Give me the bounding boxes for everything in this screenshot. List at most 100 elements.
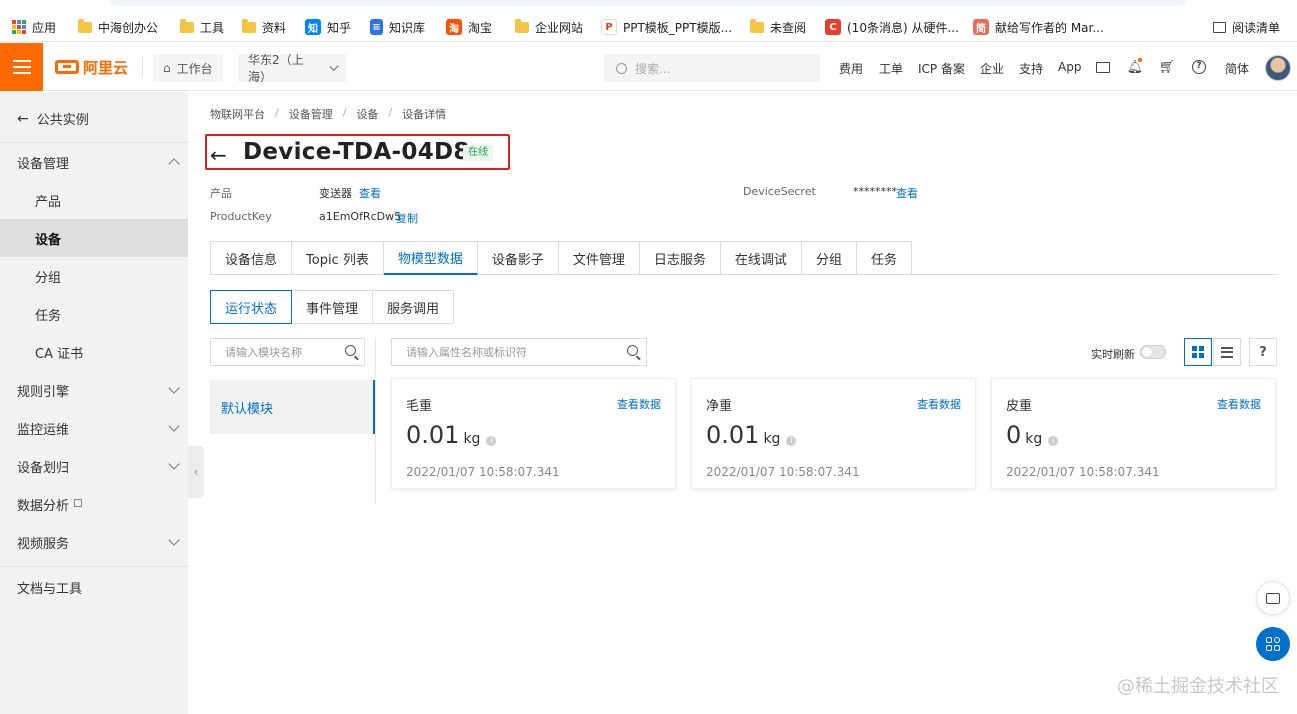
info-icon[interactable]: i (486, 436, 497, 446)
subtab-service-call[interactable]: 服务调用 (373, 290, 455, 324)
bookmark-link[interactable]: 知 知乎 (305, 17, 351, 37)
search-icon[interactable] (627, 345, 638, 356)
sidebar-item-label: 监控运维 (17, 422, 70, 438)
zhihu-icon: 知 (305, 19, 321, 35)
nav-link-app[interactable]: App (1058, 60, 1081, 74)
folder-icon (242, 18, 256, 33)
tab-online-debug[interactable]: 在线调试 (720, 241, 802, 275)
copy-productkey-link[interactable]: 复制 (396, 210, 418, 226)
tab-log-service[interactable]: 日志服务 (639, 241, 721, 275)
nav-link-tickets[interactable]: 工单 (879, 60, 903, 77)
sidebar-item-device-assign[interactable]: 设备划归 (0, 447, 188, 485)
detail-tabs: 设备信息 Topic 列表 物模型数据 设备影子 文件管理 日志服务 在线调试 … (210, 241, 1278, 275)
tab-tsl-data[interactable]: 物模型数据 (383, 241, 478, 275)
property-card: 皮重 查看数据 0 kg i 2022/01/07 10:58:07.341 (991, 378, 1276, 489)
sidebar-item-device[interactable]: 设备 (0, 219, 188, 257)
view-data-link[interactable]: 查看数据 (1217, 396, 1261, 412)
module-search-input[interactable]: 请输入模块名称 (210, 338, 365, 366)
cart-icon[interactable]: 🛒︎ (1159, 59, 1176, 75)
sidebar-item-video[interactable]: 视频服务 (0, 523, 188, 561)
sidebar-item-monitoring[interactable]: 监控运维 (0, 409, 188, 447)
tab-group[interactable]: 分组 (801, 241, 857, 275)
back-arrow-icon[interactable]: ← (210, 143, 227, 167)
bookmark-link[interactable]: C (10条消息) 从硬件... (825, 17, 959, 37)
view-data-link[interactable]: 查看数据 (917, 396, 961, 412)
sidebar-item-task[interactable]: 任务 (0, 295, 188, 333)
info-icon[interactable]: i (1048, 436, 1059, 446)
nav-link-icp[interactable]: ICP 备案 (918, 60, 965, 77)
bookmark-link[interactable]: ≡ 知识库 (370, 17, 425, 37)
status-badge: 在线 (463, 145, 493, 161)
sidebar-back-link[interactable]: ← 公共实例 (17, 109, 89, 129)
bookmark-link[interactable]: 淘 淘宝 (446, 17, 492, 37)
sidebar-collapse-handle[interactable]: ‹ (188, 446, 204, 498)
tab-file-management[interactable]: 文件管理 (558, 241, 640, 275)
doc-icon: ≡ (370, 19, 383, 35)
bell-icon[interactable]: 🔔︎ (1127, 58, 1143, 75)
realtime-refresh-toggle[interactable] (1140, 345, 1166, 359)
sidebar-item-device-management[interactable]: 设备管理 (0, 143, 188, 181)
sidebar-item-group[interactable]: 分组 (0, 257, 188, 295)
breadcrumb-item[interactable]: 设备管理 (289, 106, 333, 122)
view-data-link[interactable]: 查看数据 (617, 396, 661, 412)
sub-tabs: 运行状态 事件管理 服务调用 (210, 290, 455, 324)
sidebar-item-ca-cert[interactable]: CA 证书 (0, 333, 188, 371)
bookmark-label: 资料 (262, 20, 287, 35)
help-icon[interactable]: ? (1191, 59, 1207, 75)
language-switch[interactable]: 简体 (1225, 60, 1249, 77)
list-view-button[interactable] (1213, 338, 1241, 366)
region-selector[interactable]: 华东2（上海） (238, 53, 347, 84)
search-placeholder: 搜索... (635, 61, 671, 76)
aliyun-logo[interactable]: 阿里云 (55, 57, 128, 77)
module-list-item[interactable]: 默认模块 (210, 380, 375, 434)
bookmark-folder[interactable]: 资料 (242, 17, 286, 37)
view-secret-link[interactable]: 查看 (896, 185, 918, 201)
bookmark-label: 工具 (200, 20, 225, 35)
view-product-link[interactable]: 查看 (359, 185, 381, 201)
bookmark-folder[interactable]: 中海创办公 (78, 17, 158, 37)
nav-link-support[interactable]: 支持 (1019, 60, 1043, 77)
subtab-running-status[interactable]: 运行状态 (210, 290, 293, 324)
property-number: 0.01 (406, 421, 460, 449)
info-icon[interactable]: i (786, 436, 797, 446)
chevron-down-icon (168, 420, 180, 432)
sidebar-item-docs-tools[interactable]: 文档与工具 (0, 568, 188, 606)
help-button[interactable]: ? (1249, 338, 1277, 366)
avatar[interactable] (1265, 55, 1291, 81)
bookmark-link[interactable]: 简 献给写作者的 Mar... (973, 17, 1104, 37)
global-search-input[interactable]: 搜索... (604, 54, 820, 82)
quick-actions-button[interactable] (1256, 627, 1290, 661)
subtab-event-management[interactable]: 事件管理 (292, 290, 374, 324)
property-search-input[interactable]: 请输入属性名称或标识符 (391, 338, 647, 366)
bookmark-folder[interactable]: 工具 (180, 17, 224, 37)
bookmark-folder[interactable]: 企业网站 (515, 17, 583, 37)
tab-task[interactable]: 任务 (856, 241, 912, 275)
menu-icon[interactable] (0, 43, 43, 91)
nav-link-billing[interactable]: 费用 (839, 60, 863, 77)
workbench-button[interactable]: ⌂ 工作台 (153, 54, 223, 82)
tab-device-info[interactable]: 设备信息 (210, 241, 293, 275)
grid-view-button[interactable] (1184, 338, 1212, 366)
sidebar-item-rule-engine[interactable]: 规则引擎 (0, 371, 188, 409)
tab-topic-list[interactable]: Topic 列表 (292, 241, 384, 275)
sidebar-item-product[interactable]: 产品 (0, 181, 188, 219)
bookmark-folder[interactable]: 未查阅 (750, 17, 806, 37)
nav-link-enterprise[interactable]: 企业 (980, 60, 1004, 77)
sidebar-item-label: 设备划归 (17, 460, 70, 476)
terminal-icon[interactable] (1095, 59, 1111, 75)
breadcrumb-item[interactable]: 设备 (356, 106, 378, 122)
sidebar-item-label: 设备管理 (17, 156, 70, 172)
sidebar-item-data-analysis[interactable]: 数据分析 (0, 485, 188, 523)
reading-list[interactable]: 阅读清单 (1213, 17, 1280, 37)
bookmark-apps[interactable]: 应用 (12, 17, 56, 37)
feedback-button[interactable] (1256, 581, 1290, 615)
breadcrumb-item[interactable]: 物联网平台 (210, 106, 265, 122)
tab-device-shadow[interactable]: 设备影子 (477, 241, 559, 275)
console-topnav: 阿里云 ⌂ 工作台 华东2（上海） 搜索... 费用 工单 ICP 备案 企业 … (0, 43, 1297, 91)
bookmark-link[interactable]: P PPT模板_PPT模版... (601, 17, 732, 37)
external-link-icon (74, 499, 82, 507)
search-icon[interactable] (345, 345, 356, 356)
jianshu-icon: 简 (973, 19, 989, 35)
apps-icon (1266, 637, 1280, 651)
address-bar[interactable] (108, 0, 1188, 6)
